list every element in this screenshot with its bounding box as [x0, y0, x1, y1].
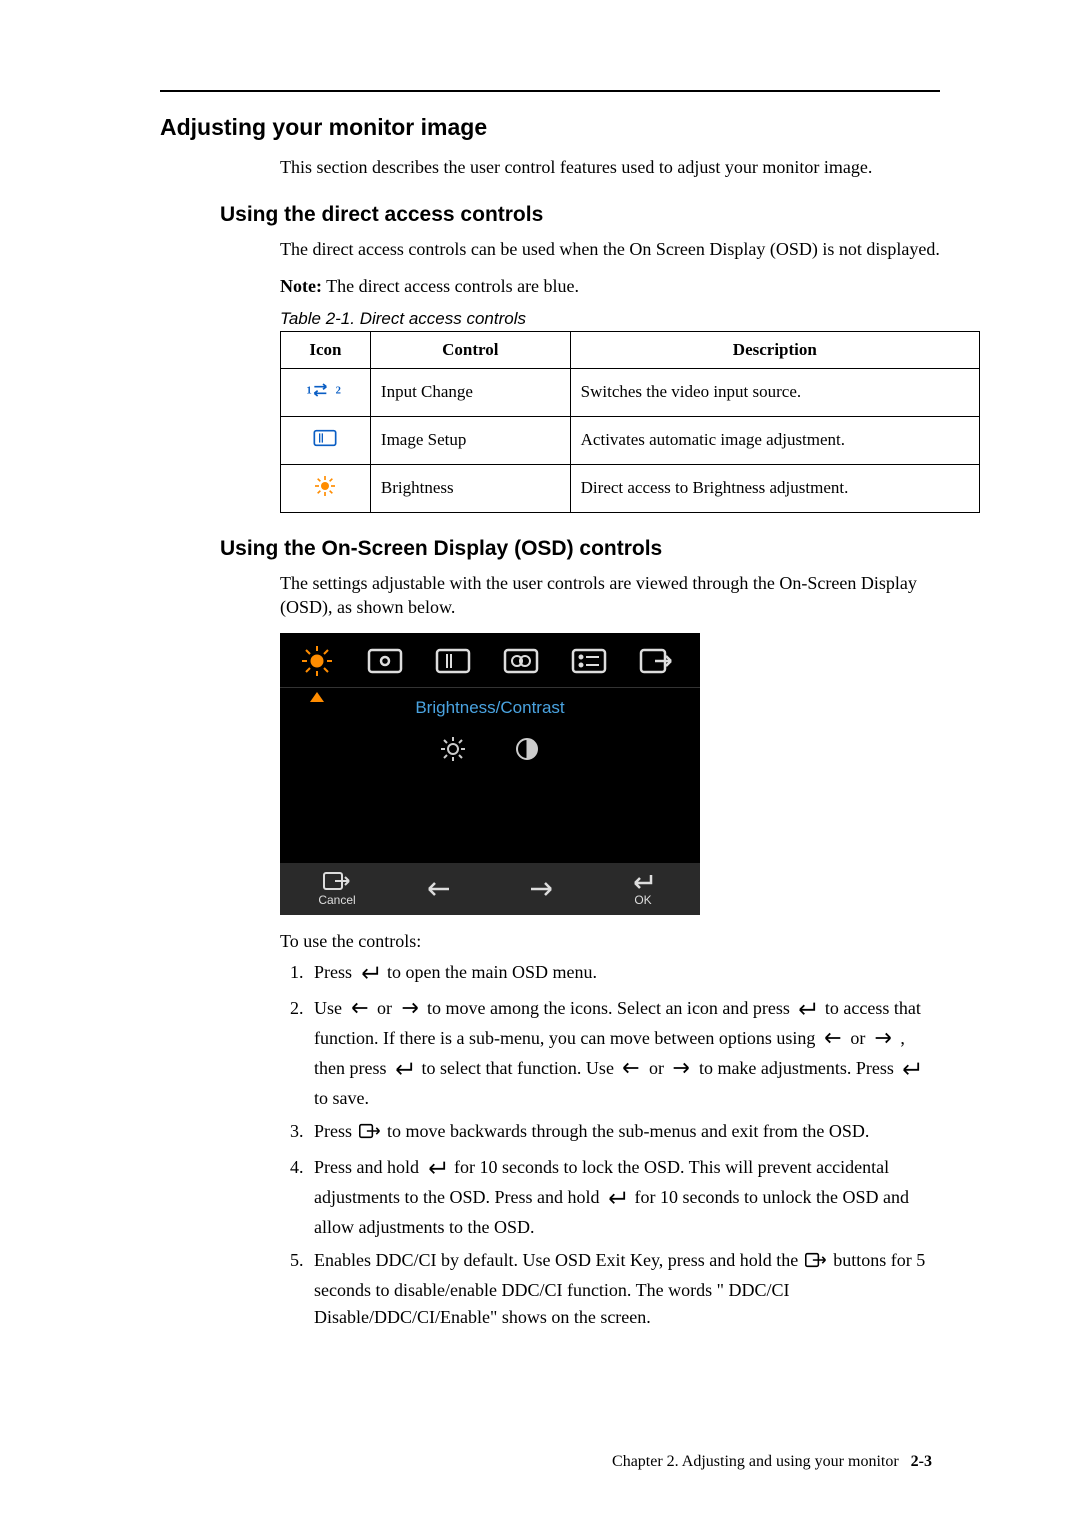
arrow-right-icon [399, 998, 421, 1025]
section-title: Adjusting your monitor image [160, 114, 940, 141]
direct-access-paragraph: The direct access controls can be used w… [280, 237, 940, 261]
td-control: Image Setup [370, 416, 570, 464]
enter-icon [606, 1187, 628, 1214]
svg-text:2: 2 [336, 385, 341, 396]
step-4: Press and hold for 10 seconds to lock th… [308, 1154, 940, 1241]
osd-paragraph: The settings adjustable with the user co… [280, 571, 940, 620]
arrow-left-icon [349, 998, 371, 1025]
subsection-direct-access: Using the direct access controls [220, 203, 940, 227]
osd-selected-indicator-icon [310, 692, 324, 702]
osd-tab-color[interactable] [498, 643, 544, 679]
table-row: Brightness Direct access to Brightness a… [281, 464, 980, 512]
step-2: Use or to move among the icons. Select a… [308, 995, 940, 1112]
th-control: Control [370, 331, 570, 368]
table-caption: Table 2-1. Direct access controls [280, 309, 940, 329]
pre-list-text: To use the controls: [280, 929, 940, 953]
arrow-right-icon [872, 1028, 894, 1055]
osd-submenu-icons [280, 728, 700, 783]
t: to open the main OSD menu. [387, 962, 597, 982]
osd-submenu-label: Brightness/Contrast [280, 688, 700, 718]
t: Press and hold [314, 1157, 424, 1177]
table-header-row: Icon Control Description [281, 331, 980, 368]
brightness-sub-icon[interactable] [440, 736, 466, 767]
osd-tab-image-setup[interactable] [430, 643, 476, 679]
svg-text:1: 1 [307, 385, 312, 396]
t: Press [314, 962, 357, 982]
page-footer: Chapter 2. Adjusting and using your moni… [612, 1453, 932, 1471]
arrow-left-icon [620, 1058, 642, 1085]
osd-tab-options[interactable] [566, 643, 612, 679]
osd-bottom-bar: Cancel OK [280, 863, 700, 915]
exit-icon [359, 1121, 381, 1148]
t: Enables DDC/CI by default. Use OSD Exit … [314, 1250, 798, 1270]
t: to select that function. Use [421, 1058, 618, 1078]
t: or [377, 998, 397, 1018]
osd-cancel-button[interactable]: Cancel [307, 871, 367, 907]
td-control: Brightness [370, 464, 570, 512]
input-change-icon: 1 2 [281, 368, 371, 416]
footer-chapter: Chapter 2. Adjusting and using your moni… [612, 1453, 899, 1470]
t: Press [314, 1121, 357, 1141]
t: or [649, 1058, 669, 1078]
note: Note: The direct access controls are blu… [280, 276, 940, 297]
td-control: Input Change [370, 368, 570, 416]
osd-tab-brightness[interactable] [294, 643, 340, 679]
table-row: 1 2 Input Change Switches the video inpu… [281, 368, 980, 416]
intro-paragraph: This section describes the user control … [280, 155, 940, 179]
t: to move among the icons. Select an icon … [427, 998, 794, 1018]
enter-icon [900, 1058, 922, 1085]
osd-left-button[interactable] [409, 881, 469, 897]
th-icon: Icon [281, 331, 371, 368]
osd-tab-exit[interactable] [634, 643, 680, 679]
osd-top-tabs [280, 633, 700, 687]
osd-tab-position[interactable] [362, 643, 408, 679]
osd-right-button[interactable] [511, 881, 571, 897]
note-label: Note: [280, 276, 322, 296]
top-rule [160, 90, 940, 92]
brightness-icon [281, 464, 371, 512]
enter-icon [393, 1058, 415, 1085]
step-1: Press to open the main OSD menu. [308, 959, 940, 989]
exit-icon [805, 1250, 827, 1277]
step-5: Enables DDC/CI by default. Use OSD Exit … [308, 1247, 940, 1331]
t: or [850, 1028, 870, 1048]
td-desc: Direct access to Brightness adjustment. [570, 464, 979, 512]
step-3: Press to move backwards through the sub-… [308, 1118, 940, 1148]
enter-icon [359, 962, 381, 989]
t: to make adjustments. Press [699, 1058, 898, 1078]
table-row: Image Setup Activates automatic image ad… [281, 416, 980, 464]
footer-page-number: 2-3 [911, 1453, 932, 1470]
t: Use [314, 998, 347, 1018]
image-setup-icon [281, 416, 371, 464]
osd-submenu-header: Brightness/Contrast [280, 688, 700, 728]
osd-ok-button[interactable]: OK [613, 871, 673, 907]
subsection-osd: Using the On-Screen Display (OSD) contro… [220, 537, 940, 561]
direct-access-table: Icon Control Description 1 2 Input Chang… [280, 331, 980, 513]
arrow-right-icon [670, 1058, 692, 1085]
enter-icon [426, 1157, 448, 1184]
td-desc: Activates automatic image adjustment. [570, 416, 979, 464]
th-description: Description [570, 331, 979, 368]
t: to save. [314, 1088, 369, 1108]
t: to move backwards through the sub-menus … [387, 1121, 869, 1141]
osd-panel: Brightness/Contrast Cancel OK [280, 633, 700, 915]
steps-list: Press to open the main OSD menu. Use or … [308, 959, 940, 1331]
contrast-sub-icon[interactable] [514, 736, 540, 767]
osd-cancel-label: Cancel [318, 893, 355, 907]
enter-icon [796, 998, 818, 1025]
arrow-left-icon [822, 1028, 844, 1055]
osd-ok-label: OK [634, 893, 651, 907]
note-text: The direct access controls are blue. [322, 276, 579, 296]
td-desc: Switches the video input source. [570, 368, 979, 416]
